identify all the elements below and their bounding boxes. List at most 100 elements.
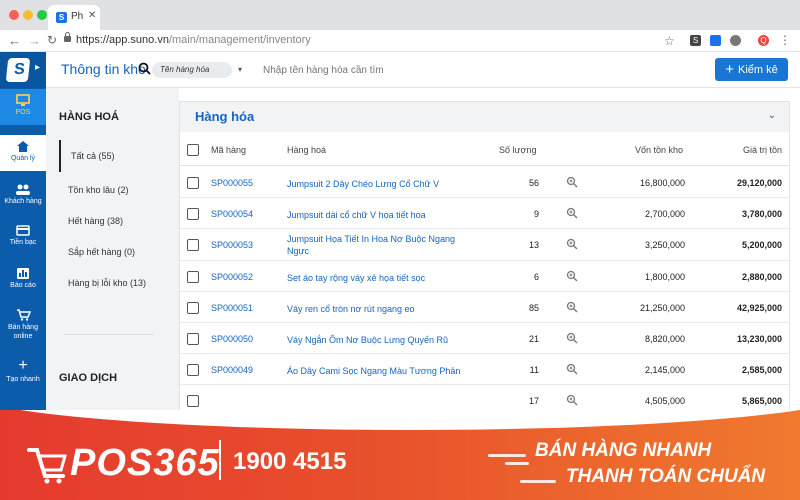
product-total-value: 5,865,000 xyxy=(741,396,782,406)
column-header[interactable]: Vốn tồn kho xyxy=(635,145,683,155)
product-qty: 85 xyxy=(528,303,539,313)
table-row[interactable]: SP000055 Jumpsuit 2 Dây Chéo Lưng Cổ Chữ… xyxy=(180,167,789,198)
app-header: Thông tin kho Tên hàng hóa ▾ + Kiểm kê xyxy=(46,52,800,88)
row-checkbox[interactable] xyxy=(187,208,199,220)
table-row[interactable]: SP000050 Váy Ngắn Ôm Nơ Buộc Lưng Quyến … xyxy=(180,323,789,354)
zoom-icon[interactable] xyxy=(566,394,578,406)
profile-avatar[interactable]: Q xyxy=(758,35,769,46)
zoom-icon[interactable] xyxy=(566,301,578,313)
category-item[interactable]: Hết hàng (38) xyxy=(68,216,123,226)
zoom-icon[interactable] xyxy=(566,238,578,250)
product-code[interactable]: SP000051 xyxy=(211,303,253,313)
row-checkbox[interactable] xyxy=(187,177,199,189)
browser-tab[interactable]: S Ph ✕ xyxy=(48,5,100,30)
products-panel: Hàng hóa ⌄ Mã hàng Hàng hoá Số lượng Vốn… xyxy=(179,101,790,421)
table-row[interactable]: SP000052 Set áo tay rộng váy xẻ họa tiết… xyxy=(180,261,789,292)
forward-icon[interactable]: → xyxy=(28,33,41,48)
category-item[interactable]: Hàng bị lỗi kho (13) xyxy=(68,278,146,288)
product-total-value: 13,230,000 xyxy=(736,334,782,344)
product-name[interactable]: Váy Ngắn Ôm Nơ Buộc Lưng Quyến Rũ xyxy=(287,334,472,346)
card-icon xyxy=(16,225,30,236)
column-header[interactable]: Số lượng xyxy=(499,145,536,155)
product-stock-value: 1,800,000 xyxy=(644,272,685,282)
product-name[interactable]: Set áo tay rộng váy xẻ họa tiết sọc xyxy=(287,272,472,284)
sidebar-expand-icon[interactable]: ▸ xyxy=(35,62,40,73)
product-code[interactable]: SP000049 xyxy=(211,365,253,375)
product-stock-value: 8,820,000 xyxy=(644,334,685,344)
reload-icon[interactable]: ↻ xyxy=(47,33,57,47)
row-checkbox[interactable] xyxy=(187,271,199,283)
product-stock-value: 2,145,000 xyxy=(644,365,685,375)
row-checkbox[interactable] xyxy=(187,333,199,345)
zoom-icon[interactable] xyxy=(566,176,578,188)
search-select-value: Tên hàng hóa xyxy=(160,65,210,74)
product-total-value: 2,585,000 xyxy=(741,365,782,375)
table-row[interactable]: SP000054 Jumpsuit dài cổ chữ V họa tiết … xyxy=(180,198,789,229)
table-row[interactable]: SP000049 Áo Dây Cami Sọc Ngang Màu Tương… xyxy=(180,354,789,385)
sidebar-item-ban-hang-online[interactable]: Bán hàng online xyxy=(0,304,46,346)
browser-menu-icon[interactable]: ⋮ xyxy=(779,33,791,47)
select-all-checkbox[interactable] xyxy=(187,144,199,156)
column-header[interactable]: Hàng hoá xyxy=(287,145,326,155)
product-code[interactable]: SP000052 xyxy=(211,272,253,282)
sidebar-item-khach-hang[interactable]: Khách hàng xyxy=(0,178,46,214)
row-checkbox[interactable] xyxy=(187,302,199,314)
table-row[interactable]: SP000051 Váy ren cổ tròn nơ rút ngang eo… xyxy=(180,292,789,323)
extension-translate-icon[interactable] xyxy=(710,35,721,46)
sidebar-item-pos[interactable]: POS xyxy=(0,89,46,125)
search-input[interactable] xyxy=(263,60,563,80)
category-item[interactable]: Tồn kho lâu (2) xyxy=(68,185,129,195)
product-code[interactable]: SP000053 xyxy=(211,240,253,250)
table-row[interactable]: SP000053 Jumpsuit Họa Tiết In Hoa Nơ Buộ… xyxy=(180,229,789,261)
zoom-icon[interactable] xyxy=(566,270,578,282)
sidebar-item-bao-cao[interactable]: Báo cáo xyxy=(0,262,46,298)
back-icon[interactable]: ← xyxy=(8,33,21,48)
speed-stripe xyxy=(520,480,556,483)
category-item[interactable]: Sắp hết hàng (0) xyxy=(68,247,135,257)
zoom-icon[interactable] xyxy=(566,363,578,375)
row-checkbox[interactable] xyxy=(187,364,199,376)
product-code[interactable]: SP000055 xyxy=(211,178,253,188)
users-icon xyxy=(16,184,30,195)
product-name[interactable]: Váy ren cổ tròn nơ rút ngang eo xyxy=(287,303,472,315)
divider xyxy=(64,334,154,335)
sidebar-item-tao-nhanh[interactable]: + Tạo nhanh xyxy=(0,355,46,391)
search-icon[interactable] xyxy=(138,62,151,75)
address-bar[interactable]: https://app.suno.vn/main/management/inve… xyxy=(76,34,311,46)
sidebar-item-label: Quản lý xyxy=(10,155,36,162)
column-header[interactable]: Mã hàng xyxy=(211,145,246,155)
product-name[interactable]: Jumpsuit 2 Dây Chéo Lưng Cổ Chữ V xyxy=(287,178,472,190)
product-qty: 21 xyxy=(528,334,539,344)
extension-shield-icon[interactable] xyxy=(730,35,741,46)
hotline: 1900 4515 xyxy=(233,448,347,475)
zoom-icon[interactable] xyxy=(566,332,578,344)
browser-toolbar: ← → ↻ https://app.suno.vn/main/managemen… xyxy=(0,30,800,52)
product-name[interactable]: Áo Dây Cami Sọc Ngang Màu Tương Phản xyxy=(287,365,472,377)
search-field-select[interactable]: Tên hàng hóa ▾ xyxy=(152,62,242,78)
product-name[interactable]: Jumpsuit Họa Tiết In Hoa Nơ Buộc Ngang N… xyxy=(287,233,472,257)
zoom-icon[interactable] xyxy=(566,207,578,219)
minimize-window-button[interactable] xyxy=(23,10,33,20)
sidebar-item-label: POS xyxy=(15,109,31,116)
maximize-window-button[interactable] xyxy=(37,10,47,20)
row-checkbox[interactable] xyxy=(187,395,199,407)
logo-area: S ▸ xyxy=(0,52,46,88)
close-window-button[interactable] xyxy=(9,10,19,20)
sidebar-item-tien-bac[interactable]: Tiền bạc xyxy=(0,220,46,256)
product-code[interactable]: SP000054 xyxy=(211,209,253,219)
promo-banner: POS365 1900 4515 BÁN HÀNG NHANH THANH TO… xyxy=(0,410,800,500)
product-qty: 11 xyxy=(529,365,539,375)
sidebar-item-quan-ly[interactable]: Quản lý xyxy=(0,135,46,171)
product-stock-value: 3,250,000 xyxy=(644,240,685,250)
product-code[interactable]: SP000050 xyxy=(211,334,253,344)
tab-close-icon[interactable]: ✕ xyxy=(88,10,96,21)
extension-s-icon[interactable]: S xyxy=(690,35,701,46)
bookmark-star-icon[interactable]: ☆ xyxy=(664,34,675,48)
collapse-chevron-icon[interactable]: ⌄ xyxy=(768,110,776,121)
kiem-ke-button[interactable]: + Kiểm kê xyxy=(715,58,788,81)
product-name[interactable]: Jumpsuit dài cổ chữ V họa tiết hoa xyxy=(287,209,472,221)
column-header[interactable]: Giá trị tồn xyxy=(743,145,782,155)
category-item[interactable]: Tất cả (55) xyxy=(71,151,115,161)
panel-header xyxy=(180,102,789,132)
row-checkbox[interactable] xyxy=(187,239,199,251)
